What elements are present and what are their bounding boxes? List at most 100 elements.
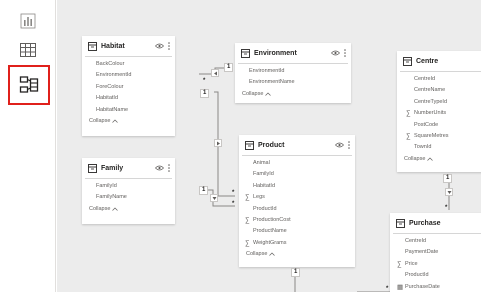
one-marker: 1 <box>291 268 301 277</box>
table-title: Product <box>258 141 285 149</box>
card-header[interactable]: Product <box>239 135 355 155</box>
field-item[interactable]: FamilyId <box>253 169 355 180</box>
model-view-button[interactable] <box>8 65 50 105</box>
filter-direction-indicator <box>210 194 218 202</box>
field-item[interactable]: CentreId <box>405 236 481 247</box>
table-icon <box>245 140 254 150</box>
field-item[interactable]: EnvironmentId <box>96 70 175 81</box>
many-marker: * <box>232 201 235 207</box>
field-item[interactable]: CentreTypeId <box>414 97 481 108</box>
sigma-icon: ∑ <box>245 194 250 202</box>
collapse-label: Collapse <box>242 90 264 97</box>
field-item[interactable]: ∑ SquareMetres <box>406 131 481 142</box>
caret-down-icon <box>212 196 216 200</box>
field-list: BackColour EnvironmentId ForeColour Habi… <box>82 57 175 116</box>
field-item[interactable]: ForeColour <box>96 82 175 93</box>
eye-icon[interactable] <box>155 43 164 49</box>
table-card-product[interactable]: Product Animal FamilyId HabitatId ∑ Legs … <box>239 135 355 267</box>
eye-icon[interactable] <box>155 165 164 171</box>
table-icon <box>403 56 412 66</box>
field-item[interactable]: EnvironmentId <box>249 66 351 77</box>
one-marker: 1 <box>224 63 234 72</box>
chevron-up-icon <box>112 207 119 211</box>
field-item[interactable]: HabitatId <box>96 93 175 104</box>
table-title: Family <box>101 164 124 172</box>
field-item[interactable]: ∑ Legs <box>245 192 355 203</box>
field-item[interactable]: ProductId <box>405 270 481 281</box>
card-header[interactable]: Centre <box>397 51 481 71</box>
collapse-button[interactable]: Collapse <box>82 118 175 124</box>
card-header[interactable]: Purchase <box>390 213 481 233</box>
more-options-icon[interactable] <box>348 141 350 149</box>
field-list: FamilyId FamilyName <box>82 179 175 204</box>
one-marker: 1 <box>443 174 453 183</box>
field-list: CentreId PaymentDate ∑ Price ProductId ▦ P… <box>390 234 481 292</box>
table-grid-icon <box>20 43 36 57</box>
eye-icon[interactable] <box>335 142 344 148</box>
field-label: Price <box>405 260 418 267</box>
field-item[interactable]: PostCode <box>414 120 481 131</box>
chevron-up-icon <box>112 119 119 123</box>
field-item[interactable]: ∑ NumberUnits <box>406 108 481 119</box>
field-item[interactable]: CentreName <box>414 85 481 96</box>
field-item[interactable]: HabitatName <box>96 105 175 116</box>
table-card-purchase[interactable]: Purchase CentreId PaymentDate ∑ Price Pro… <box>390 213 481 292</box>
sigma-icon: ∑ <box>245 216 250 224</box>
table-title: Environment <box>254 49 297 57</box>
chevron-up-icon <box>265 92 272 96</box>
field-item[interactable]: Animal <box>253 158 355 169</box>
data-view-button[interactable] <box>13 35 43 65</box>
table-card-family[interactable]: Family FamilyId FamilyName Collapse <box>82 158 175 224</box>
view-switcher-rail <box>0 0 56 292</box>
table-card-habitat[interactable]: Habitat BackColour EnvironmentId ForeCol… <box>82 36 175 136</box>
field-item[interactable]: ∑ WeightGrams <box>245 238 355 249</box>
field-item[interactable]: PaymentDate <box>405 247 481 258</box>
table-card-centre[interactable]: Centre CentreId CentreName CentreTypeId … <box>397 51 481 172</box>
field-item[interactable]: ∑ Price <box>397 259 481 270</box>
more-options-icon[interactable] <box>168 164 170 172</box>
field-item[interactable]: TownId <box>414 142 481 153</box>
sigma-icon: ∑ <box>406 110 411 118</box>
collapse-button[interactable]: Collapse <box>239 251 355 257</box>
table-card-environment[interactable]: Environment EnvironmentId EnvironmentNam… <box>235 43 351 103</box>
card-header[interactable]: Habitat <box>82 36 175 56</box>
report-view-button[interactable] <box>13 6 43 36</box>
card-header[interactable]: Environment <box>235 43 351 63</box>
more-options-icon[interactable] <box>168 42 170 50</box>
field-item[interactable]: ProductName <box>253 226 355 237</box>
sigma-icon: ∑ <box>406 132 411 140</box>
field-item[interactable]: BackColour <box>96 59 175 70</box>
field-item[interactable]: CentreId <box>414 74 481 85</box>
more-options-icon[interactable] <box>344 49 346 57</box>
field-item[interactable]: ProductId <box>253 204 355 215</box>
field-label: SquareMetres <box>414 132 449 139</box>
collapse-label: Collapse <box>246 251 268 258</box>
field-item[interactable]: HabitatId <box>253 181 355 192</box>
collapse-button[interactable]: Collapse <box>82 206 175 212</box>
filter-direction-indicator <box>445 188 453 196</box>
table-title: Habitat <box>101 42 125 50</box>
one-marker: 1 <box>200 89 210 98</box>
filter-direction-indicator <box>214 139 222 147</box>
sigma-icon: ∑ <box>397 260 402 268</box>
collapse-label: Collapse <box>404 155 426 162</box>
field-item[interactable]: FamilyId <box>96 181 175 192</box>
bar-chart-icon <box>20 13 36 29</box>
eye-icon[interactable] <box>331 50 340 56</box>
table-icon <box>88 41 97 51</box>
field-item[interactable]: EnvironmentName <box>249 77 351 88</box>
field-label: WeightGrams <box>253 239 287 246</box>
field-item[interactable]: ∑ ProductionCost <box>245 215 355 226</box>
card-header[interactable]: Family <box>82 158 175 178</box>
field-item[interactable]: FamilyName <box>96 192 175 203</box>
many-marker: * <box>386 286 389 292</box>
collapse-button[interactable]: Collapse <box>235 91 351 97</box>
field-label: Legs <box>253 194 265 201</box>
table-title: Centre <box>416 57 439 65</box>
caret-left-icon <box>213 71 217 75</box>
model-canvas[interactable]: Habitat BackColour EnvironmentId ForeCol… <box>57 0 481 292</box>
collapse-label: Collapse <box>89 205 111 212</box>
many-marker: * <box>232 190 235 196</box>
collapse-button[interactable]: Collapse <box>397 156 481 162</box>
field-item[interactable]: ▦ PurchaseDate <box>397 282 481 292</box>
